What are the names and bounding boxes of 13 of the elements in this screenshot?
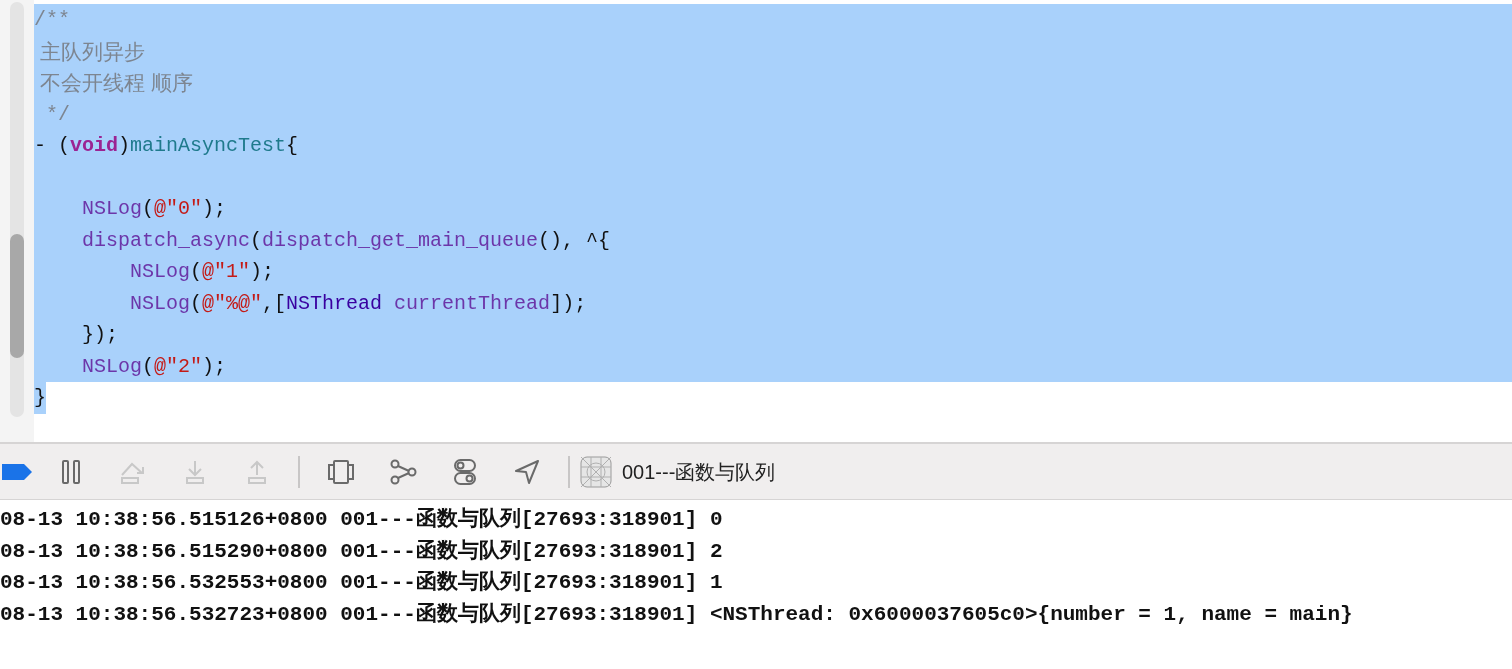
target-label[interactable]: 001---函数与队列 [622, 456, 776, 487]
console-line: 08-13 10:38:56.515126+0800 001---函数与队列[27693:318901] 0 [0, 508, 723, 531]
pause-icon[interactable] [60, 458, 82, 485]
layers-icon[interactable] [326, 458, 356, 485]
app-icon [580, 455, 612, 488]
graph-nodes-icon[interactable] [388, 458, 418, 485]
console-line: 08-13 10:38:56.532723+0800 001---函数与队列[27693:318901] <NSThread: 0x6000037605c0>{number = 1, name = main} [0, 602, 1353, 626]
breakpoint-toggle-icon[interactable] [0, 461, 34, 482]
console-line: 08-13 10:38:56.532553+0800 001---函数与队列[27693:318901] 1 [0, 571, 723, 594]
scrollbar-thumb[interactable] [10, 234, 24, 358]
toggle-switches-icon[interactable] [452, 457, 478, 486]
location-arrow-icon[interactable] [513, 458, 541, 485]
console-line: 08-13 10:38:56.515290+0800 001---函数与队列[27693:318901] 2 [0, 539, 723, 563]
